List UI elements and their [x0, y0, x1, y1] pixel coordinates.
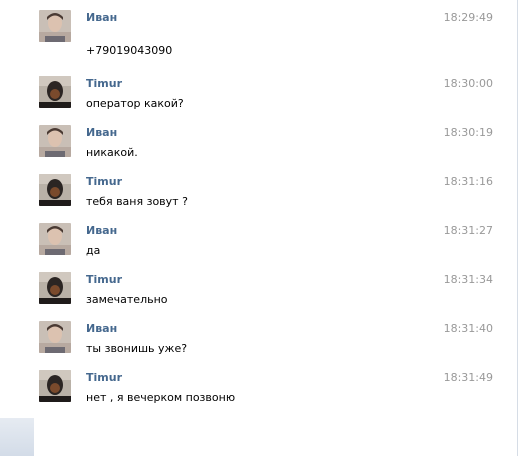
timur-avatar[interactable]: [39, 272, 71, 304]
message-author[interactable]: Timur: [86, 175, 122, 188]
message-author[interactable]: Иван: [86, 11, 117, 24]
chat-history: Иван 18:29:49 +79019043090 Timur 18:30:0…: [0, 0, 518, 456]
message-text: нет , я вечерком позвоню: [86, 391, 236, 404]
message-timestamp: 18:29:49: [443, 11, 493, 24]
message-text: никакой.: [86, 146, 138, 159]
bottom-left-panel: [0, 418, 34, 456]
ivan-avatar[interactable]: [39, 125, 71, 157]
message-timestamp: 18:30:00: [443, 77, 493, 90]
ivan-avatar[interactable]: [39, 10, 71, 42]
message-row: Timur 18:31:49 нет , я вечерком позвоню: [0, 370, 517, 419]
message-row: Иван 18:30:19 никакой.: [0, 125, 517, 174]
message-text: да: [86, 244, 101, 257]
message-timestamp: 18:30:19: [443, 126, 493, 139]
message-author[interactable]: Иван: [86, 322, 117, 335]
message-author[interactable]: Timur: [86, 371, 122, 384]
timur-avatar[interactable]: [39, 370, 71, 402]
ivan-avatar[interactable]: [39, 223, 71, 255]
message-row: Timur 18:31:34 замечательно: [0, 272, 517, 321]
message-text: замечательно: [86, 293, 168, 306]
message-row: Иван 18:31:27 да: [0, 223, 517, 272]
message-author[interactable]: Иван: [86, 224, 117, 237]
timur-avatar[interactable]: [39, 76, 71, 108]
message-row: Timur 18:31:16 тебя ваня зовут ?: [0, 174, 517, 223]
message-text: тебя ваня зовут ?: [86, 195, 188, 208]
timur-avatar[interactable]: [39, 174, 71, 206]
message-text: +79019043090: [86, 44, 173, 57]
message-author[interactable]: Иван: [86, 126, 117, 139]
message-author[interactable]: Timur: [86, 273, 122, 286]
message-timestamp: 18:31:16: [443, 175, 493, 188]
ivan-avatar[interactable]: [39, 321, 71, 353]
message-timestamp: 18:31:49: [443, 371, 493, 384]
message-author[interactable]: Timur: [86, 77, 122, 90]
message-timestamp: 18:31:40: [443, 322, 493, 335]
message-timestamp: 18:31:27: [443, 224, 493, 237]
message-timestamp: 18:31:34: [443, 273, 493, 286]
message-row: Timur 18:30:00 оператор какой?: [0, 76, 517, 125]
message-row: Иван 18:31:40 ты звонишь уже?: [0, 321, 517, 370]
message-row: Иван 18:29:49 +79019043090: [0, 10, 517, 59]
message-text: ты звонишь уже?: [86, 342, 188, 355]
message-text: оператор какой?: [86, 97, 184, 110]
